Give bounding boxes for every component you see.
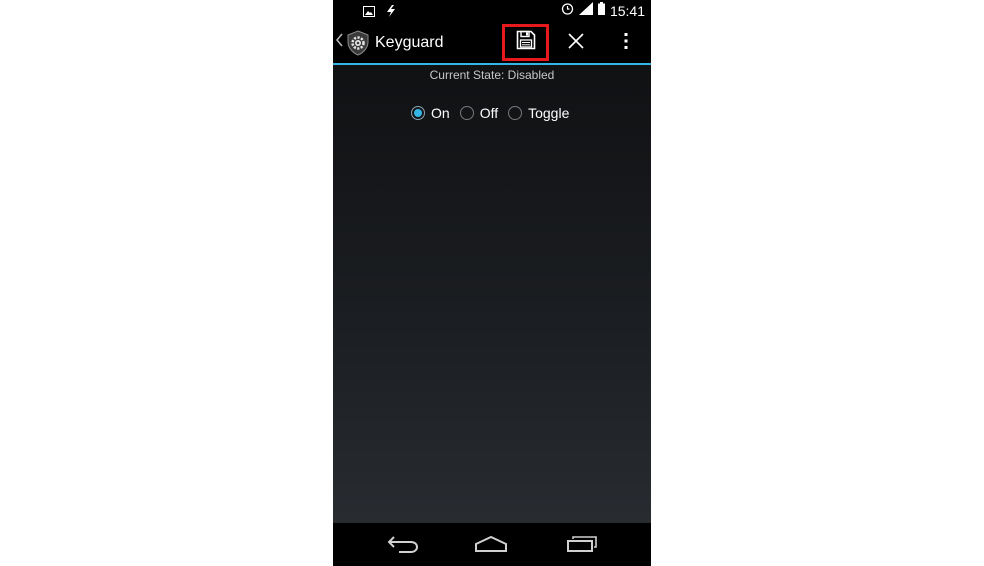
radio-label-on: On	[431, 105, 450, 121]
radio-checked-icon[interactable]	[411, 106, 425, 120]
radio-label-off: Off	[479, 105, 499, 121]
action-bar: Keyguard	[333, 22, 651, 65]
up-chevron-icon[interactable]	[336, 33, 343, 52]
save-icon	[516, 30, 536, 55]
state-radio-group: On Off Toggle	[411, 105, 579, 121]
signal-icon	[578, 2, 593, 20]
content-area: Current State: Disabled On Off Toggle	[333, 65, 651, 523]
save-button[interactable]	[502, 24, 549, 61]
alarm-icon	[561, 2, 574, 20]
navigation-bar	[333, 523, 651, 566]
radio-label-toggle: Toggle	[528, 105, 570, 121]
status-right-icons: 15:41	[561, 2, 645, 20]
app-title: Keyguard	[375, 34, 444, 51]
status-time: 15:41	[609, 3, 645, 19]
image-notification-icon	[363, 4, 375, 22]
back-icon[interactable]	[387, 535, 419, 558]
radio-option-toggle[interactable]: Toggle	[508, 105, 569, 121]
overflow-menu-icon	[624, 32, 628, 55]
home-icon[interactable]	[474, 535, 508, 557]
radio-unchecked-icon[interactable]	[459, 106, 474, 120]
close-button[interactable]	[565, 32, 587, 54]
app-logo-icon[interactable]	[345, 30, 371, 61]
close-icon	[567, 32, 585, 55]
radio-option-off[interactable]: Off	[459, 105, 499, 121]
phone-screen: 15:41 Keyguard Current State: Disabled O…	[333, 0, 651, 566]
overflow-menu-button[interactable]	[619, 32, 633, 54]
status-bar: 15:41	[333, 0, 651, 22]
recent-apps-icon[interactable]	[566, 536, 598, 557]
radio-unchecked-icon[interactable]	[508, 106, 523, 120]
charging-bolt-icon	[385, 4, 397, 22]
current-state-text: Current State: Disabled	[429, 68, 555, 82]
battery-icon	[597, 2, 605, 20]
radio-option-on[interactable]: On	[411, 105, 450, 121]
status-left-icons	[363, 4, 397, 22]
